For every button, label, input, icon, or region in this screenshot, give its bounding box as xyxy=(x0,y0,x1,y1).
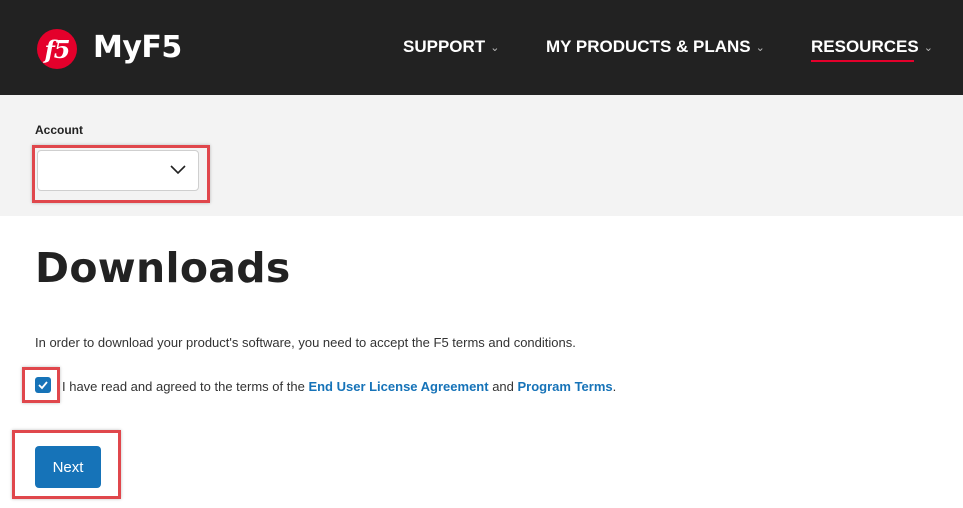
next-button[interactable]: Next xyxy=(35,446,101,488)
chevron-down-icon xyxy=(170,165,186,175)
nav-support[interactable]: SUPPORT ⌄ xyxy=(403,37,499,57)
top-navigation-bar: f5 MyF5 SUPPORT ⌄ MY PRODUCTS & PLANS ⌄ RE… xyxy=(0,0,963,95)
agree-terms-checkbox[interactable] xyxy=(35,377,51,393)
nav-my-products-plans-label: MY PRODUCTS & PLANS xyxy=(546,37,751,56)
download-terms-intro: In order to download your product's soft… xyxy=(35,335,576,350)
account-dropdown[interactable] xyxy=(37,150,199,191)
eula-link[interactable]: End User License Agreement xyxy=(308,379,488,394)
page-title: Downloads xyxy=(35,244,291,292)
nav-my-products-plans[interactable]: MY PRODUCTS & PLANS ⌄ xyxy=(546,37,765,57)
agree-middle: and xyxy=(488,379,518,394)
chevron-down-icon: ⌄ xyxy=(755,42,765,55)
nav-support-label: SUPPORT xyxy=(403,37,486,56)
agree-suffix: . xyxy=(612,379,617,394)
nav-resources[interactable]: RESOURCES ⌄ xyxy=(811,37,933,57)
agree-terms-text: I have read and agreed to the terms of t… xyxy=(62,379,616,394)
chevron-down-icon: ⌄ xyxy=(490,42,500,55)
f5-logo[interactable]: f5 xyxy=(37,29,77,69)
program-terms-link[interactable]: Program Terms xyxy=(518,379,613,394)
active-nav-underline xyxy=(811,60,914,62)
nav-resources-label: RESOURCES xyxy=(811,37,919,56)
account-label: Account xyxy=(35,123,83,137)
checkmark-icon xyxy=(38,381,48,390)
agree-prefix: I have read and agreed to the terms of t… xyxy=(62,379,309,394)
chevron-down-icon: ⌄ xyxy=(923,42,933,55)
myf5-brand[interactable]: MyF5 xyxy=(93,30,182,65)
